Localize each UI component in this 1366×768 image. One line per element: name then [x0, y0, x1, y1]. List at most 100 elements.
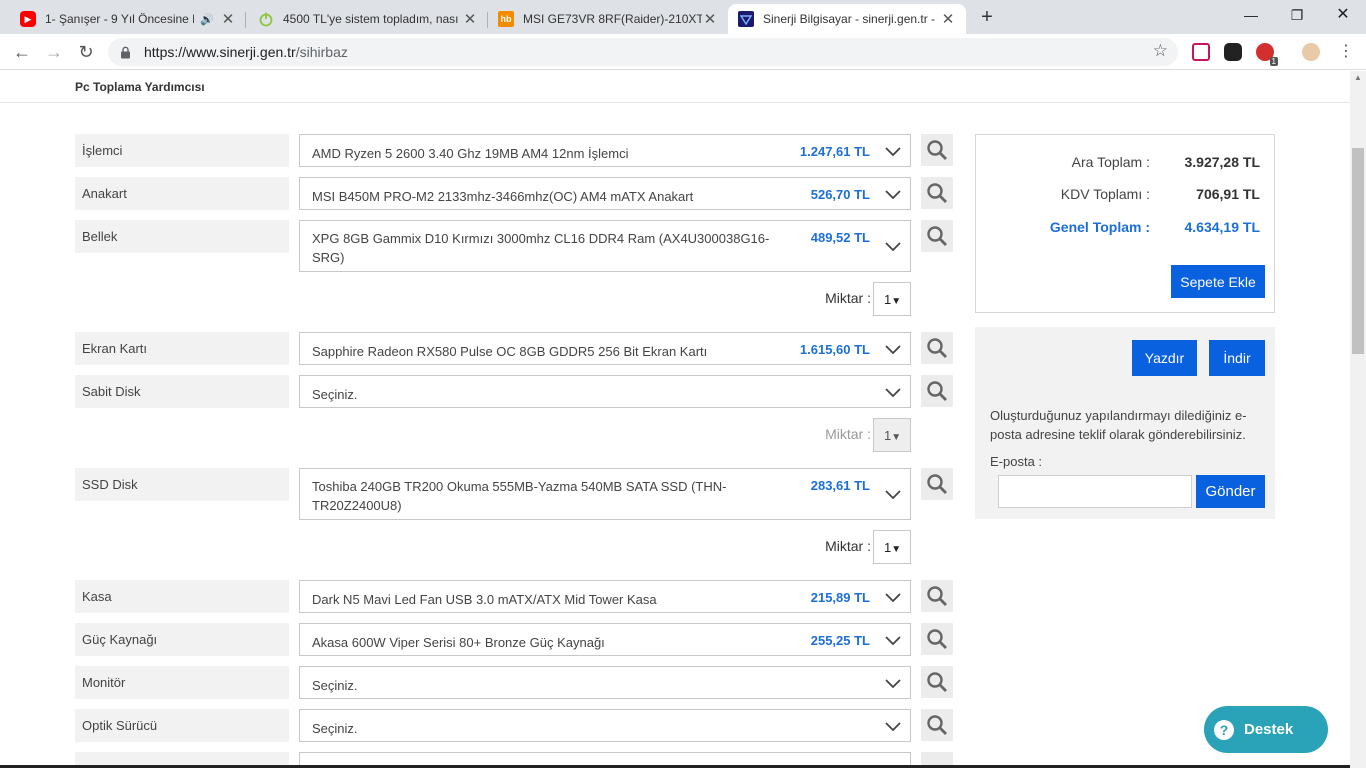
search-icon: [927, 338, 947, 358]
quantity-label: Miktar :: [825, 426, 871, 442]
component-label-partial: [75, 752, 289, 765]
email-input[interactable]: [998, 475, 1192, 508]
component-select[interactable]: Seçiniz.: [299, 709, 911, 742]
component-select[interactable]: Dark N5 Mavi Led Fan USB 3.0 mATX/ATX Mi…: [299, 580, 911, 613]
quantity-row-sabit-disk: Miktar : 1▼: [75, 418, 955, 452]
grand-total-value: 4.634,19 TL: [1184, 219, 1261, 235]
back-icon[interactable]: ←: [10, 40, 34, 64]
search-button[interactable]: [921, 468, 953, 500]
component-label: Güç Kaynağı: [75, 623, 289, 656]
address-bar[interactable]: https://www.sinerji.gen.tr/sihirbaz ☆: [108, 38, 1178, 66]
scrollbar-thumb[interactable]: [1352, 148, 1364, 354]
search-button[interactable]: [921, 134, 953, 166]
product-price: 215,89 TL: [810, 590, 870, 605]
tab-title: Sinerji Bilgisayar - sinerji.gen.tr -: [763, 12, 936, 26]
close-icon[interactable]: ✕: [462, 10, 478, 28]
extension-mask-icon[interactable]: [1224, 43, 1242, 61]
vat-value: 706,91 TL: [1196, 186, 1260, 202]
scroll-up-arrow-icon[interactable]: ▲: [1352, 73, 1364, 85]
product-price: 283,61 TL: [810, 478, 870, 493]
component-select[interactable]: Seçiniz.: [299, 375, 911, 408]
component-select[interactable]: Seçiniz.: [299, 666, 911, 699]
profile-avatar[interactable]: [1302, 43, 1320, 61]
vat-label: KDV Toplamı :: [1060, 186, 1150, 202]
product-price: 526,70 TL: [810, 187, 870, 202]
email-note: Oluşturduğunuz yapılandırmayı dilediğini…: [990, 408, 1247, 442]
power-icon: [258, 11, 274, 27]
search-button[interactable]: [921, 375, 953, 407]
new-tab-button[interactable]: +: [977, 6, 997, 28]
search-icon: [927, 629, 947, 649]
sinerji-icon: [738, 11, 754, 27]
maximize-icon[interactable]: ❐: [1274, 0, 1320, 34]
window-close-icon[interactable]: ✕: [1320, 0, 1366, 34]
selected-product: Seçiniz.: [312, 721, 358, 736]
component-select[interactable]: XPG 8GB Gammix D10 Kırmızı 3000mhz CL16 …: [299, 220, 911, 272]
extension-pocket-icon[interactable]: [1192, 43, 1210, 61]
forward-icon[interactable]: →: [42, 40, 66, 64]
add-to-cart-button[interactable]: Sepete Ekle: [1171, 265, 1265, 298]
component-select-partial[interactable]: [299, 752, 911, 765]
hepsiburada-icon: hb: [498, 11, 514, 27]
browser-tab[interactable]: hb MSI GE73VR 8RF(Raider)-210XTR ✕: [488, 4, 728, 34]
search-icon: [927, 381, 947, 401]
chevron-down-icon: [885, 147, 901, 157]
extension-adblock-icon[interactable]: 1: [1256, 43, 1278, 66]
browser-tab-active[interactable]: Sinerji Bilgisayar - sinerji.gen.tr - ✕: [728, 4, 966, 34]
search-button[interactable]: [921, 666, 953, 698]
support-label: Destek: [1244, 721, 1294, 738]
quantity-select[interactable]: 1▼: [873, 530, 911, 564]
close-icon[interactable]: ✕: [220, 10, 236, 28]
close-icon[interactable]: ✕: [940, 10, 956, 28]
selected-product: Seçiniz.: [312, 678, 358, 693]
component-label: Bellek: [75, 220, 289, 253]
chevron-down-icon: [885, 722, 901, 732]
chevron-down-icon: [885, 636, 901, 646]
menu-kebab-icon[interactable]: ⋮: [1334, 40, 1358, 64]
search-button[interactable]: [921, 177, 953, 209]
caret-down-icon: ▼: [891, 544, 902, 555]
component-select[interactable]: MSI B450M PRO-M2 2133mhz-3466mhz(OC) AM4…: [299, 177, 911, 210]
component-select[interactable]: Toshiba 240GB TR200 Okuma 555MB-Yazma 54…: [299, 468, 911, 520]
search-icon: [927, 672, 947, 692]
component-select[interactable]: AMD Ryzen 5 2600 3.40 Ghz 19MB AM4 12nm …: [299, 134, 911, 167]
send-button[interactable]: Gönder: [1196, 475, 1265, 508]
search-icon: [927, 586, 947, 606]
minimize-icon[interactable]: —: [1228, 0, 1274, 34]
search-button[interactable]: [921, 623, 953, 655]
component-label: İşlemci: [75, 134, 289, 167]
selected-product: Seçiniz.: [312, 387, 358, 402]
selected-product: XPG 8GB Gammix D10 Kırmızı 3000mhz CL16 …: [312, 231, 770, 265]
download-button[interactable]: İndir: [1209, 340, 1265, 376]
component-label: Monitör: [75, 666, 289, 699]
subtotal-value: 3.927,28 TL: [1184, 154, 1261, 170]
search-button[interactable]: [921, 580, 953, 612]
quantity-label: Miktar :: [825, 290, 871, 306]
chevron-down-icon: [885, 679, 901, 689]
component-label: Optik Sürücü: [75, 709, 289, 742]
print-button[interactable]: Yazdır: [1132, 340, 1197, 376]
search-button[interactable]: [921, 709, 953, 741]
page-title: Pc Toplama Yardımcısı: [75, 80, 205, 94]
speaker-icon[interactable]: 🔊: [200, 13, 214, 26]
selected-product: Akasa 600W Viper Serisi 80+ Bronze Güç K…: [312, 635, 605, 650]
tab-title: MSI GE73VR 8RF(Raider)-210XTR: [523, 12, 702, 26]
support-button[interactable]: ? Destek: [1204, 706, 1328, 753]
bookmark-star-icon[interactable]: ☆: [1153, 41, 1168, 61]
search-button-partial[interactable]: [921, 752, 953, 765]
product-price: 1.615,60 TL: [799, 342, 870, 357]
question-icon: ?: [1214, 719, 1234, 740]
chevron-down-icon: [885, 388, 901, 398]
subtotal-label: Ara Toplam :: [1071, 154, 1150, 170]
component-select[interactable]: Akasa 600W Viper Serisi 80+ Bronze Güç K…: [299, 623, 911, 656]
close-icon[interactable]: ✕: [702, 10, 718, 28]
component-select[interactable]: Sapphire Radeon RX580 Pulse OC 8GB GDDR5…: [299, 332, 911, 365]
youtube-icon: ▶: [20, 11, 36, 27]
search-button[interactable]: [921, 332, 953, 364]
search-button[interactable]: [921, 220, 953, 252]
browser-tab[interactable]: 4500 TL'ye sistem topladım, nası ✕: [248, 4, 488, 34]
vat-line: KDV Toplamı : 706,91 TL: [976, 186, 1276, 208]
browser-tab[interactable]: ▶ 1- Şanışer - 9 Yıl Öncesine M 🔊 ✕: [10, 4, 246, 34]
quantity-select[interactable]: 1▼: [873, 282, 911, 316]
reload-icon[interactable]: ↻: [74, 40, 98, 64]
